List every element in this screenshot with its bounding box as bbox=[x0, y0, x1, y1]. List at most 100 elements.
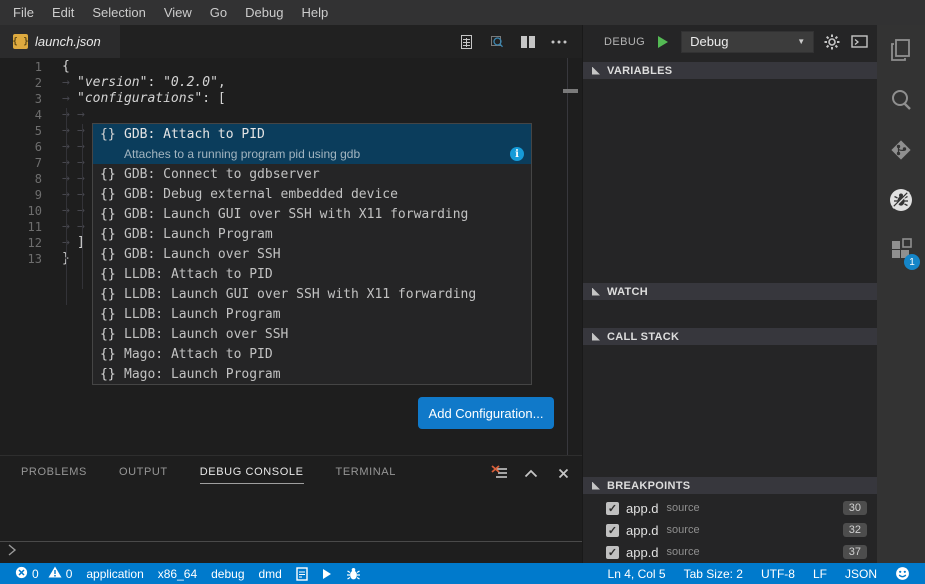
close-panel-icon[interactable] bbox=[554, 464, 572, 482]
tab-problems[interactable]: PROBLEMS bbox=[21, 466, 87, 484]
search-preview-icon[interactable] bbox=[488, 33, 506, 51]
suggestion-description: Attaches to a running program pid using … bbox=[124, 147, 360, 161]
tab-launch-json[interactable]: { } launch.json bbox=[0, 25, 120, 58]
tab-debug-console[interactable]: DEBUG CONSOLE bbox=[200, 466, 304, 484]
section-watch[interactable]: WATCH bbox=[583, 283, 878, 300]
suggest-item[interactable]: {}Mago: Launch Program bbox=[93, 364, 531, 384]
suggest-item[interactable]: {}GDB: Attach to PIDAttaches to a runnin… bbox=[93, 124, 531, 164]
line-number[interactable]: 13 bbox=[0, 251, 42, 267]
line-number[interactable]: 9 bbox=[0, 187, 42, 203]
project-status[interactable]: application bbox=[79, 563, 150, 584]
search-icon[interactable] bbox=[877, 75, 925, 125]
snippet-kind-icon: {} bbox=[100, 227, 124, 242]
debug-icon[interactable] bbox=[877, 175, 925, 225]
menu-help[interactable]: Help bbox=[292, 1, 337, 24]
menu-view[interactable]: View bbox=[155, 1, 201, 24]
line-number[interactable]: 2 bbox=[0, 75, 42, 91]
line-number[interactable]: 10 bbox=[0, 203, 42, 219]
configure-gear-icon[interactable] bbox=[823, 33, 841, 51]
code-line[interactable]: 2→"version": "0.2.0", bbox=[0, 75, 226, 91]
more-actions-icon[interactable] bbox=[550, 33, 568, 51]
scrollbar-slider[interactable] bbox=[563, 89, 578, 93]
suggest-item[interactable]: {}LLDB: Launch Program bbox=[93, 304, 531, 324]
section-call-stack[interactable]: CALL STACK bbox=[583, 328, 878, 345]
coverage-report-icon[interactable] bbox=[289, 563, 315, 584]
suggest-item[interactable]: {}LLDB: Launch GUI over SSH with X11 for… bbox=[93, 284, 531, 304]
status-bar: 0 0 application x86_64 debug dmd Ln 4, C… bbox=[0, 563, 925, 584]
menu-debug[interactable]: Debug bbox=[236, 1, 292, 24]
line-number[interactable]: 5 bbox=[0, 123, 42, 139]
feedback-smiley-icon[interactable] bbox=[888, 563, 917, 584]
section-variables[interactable]: VARIABLES bbox=[583, 62, 878, 79]
source-control-icon[interactable] bbox=[877, 125, 925, 175]
add-configuration-button[interactable]: Add Configuration... bbox=[418, 397, 554, 429]
activity-bar: 1 bbox=[877, 25, 925, 563]
tab-size-status[interactable]: Tab Size: 2 bbox=[677, 563, 750, 584]
line-number[interactable]: 11 bbox=[0, 219, 42, 235]
breakpoint-checkbox[interactable]: ✓ bbox=[606, 546, 619, 559]
suggestion-label: GDB: Connect to gdbserver bbox=[124, 167, 320, 182]
section-breakpoints[interactable]: BREAKPOINTS bbox=[583, 477, 878, 494]
language-status[interactable]: JSON bbox=[838, 563, 884, 584]
debug-bug-icon[interactable] bbox=[339, 563, 368, 584]
file-stats-icon[interactable] bbox=[457, 33, 475, 51]
suggest-item[interactable]: {}GDB: Launch GUI over SSH with X11 forw… bbox=[93, 204, 531, 224]
run-icon[interactable] bbox=[315, 563, 339, 584]
eol-status[interactable]: LF bbox=[806, 563, 834, 584]
menu-selection[interactable]: Selection bbox=[83, 1, 154, 24]
suggest-item[interactable]: {}GDB: Connect to gdbserver bbox=[93, 164, 531, 184]
suggest-item[interactable]: {}LLDB: Launch over SSH bbox=[93, 324, 531, 344]
extensions-icon[interactable]: 1 bbox=[877, 225, 925, 275]
arch-status[interactable]: x86_64 bbox=[151, 563, 204, 584]
tab-output[interactable]: OUTPUT bbox=[119, 466, 168, 484]
collapse-icon bbox=[592, 288, 600, 296]
debug-console-input[interactable] bbox=[0, 541, 582, 563]
line-number[interactable]: 8 bbox=[0, 171, 42, 187]
line-number[interactable]: 7 bbox=[0, 155, 42, 171]
line-number[interactable]: 3 bbox=[0, 91, 42, 107]
build-type-status[interactable]: debug bbox=[204, 563, 251, 584]
suggest-widget: {}GDB: Attach to PIDAttaches to a runnin… bbox=[92, 123, 532, 385]
compiler-status[interactable]: dmd bbox=[252, 563, 289, 584]
menu-edit[interactable]: Edit bbox=[43, 1, 83, 24]
tab-terminal[interactable]: TERMINAL bbox=[336, 466, 396, 484]
suggest-item[interactable]: {}GDB: Debug external embedded device bbox=[93, 184, 531, 204]
code-text: →→ bbox=[42, 187, 92, 203]
breakpoint-checkbox[interactable]: ✓ bbox=[606, 502, 619, 515]
start-debugging-icon[interactable] bbox=[654, 33, 672, 51]
json-file-icon: { } bbox=[13, 34, 28, 49]
code-line[interactable]: 1{ bbox=[0, 59, 226, 75]
suggest-item[interactable]: {}Mago: Attach to PID bbox=[93, 344, 531, 364]
encoding-status[interactable]: UTF-8 bbox=[754, 563, 802, 584]
open-console-icon[interactable] bbox=[850, 33, 868, 51]
collapse-icon bbox=[592, 67, 600, 75]
cursor-position-status[interactable]: Ln 4, Col 5 bbox=[601, 563, 673, 584]
line-number[interactable]: 4 bbox=[0, 107, 42, 123]
line-number[interactable]: 12 bbox=[0, 235, 42, 251]
clear-console-icon[interactable] bbox=[490, 464, 508, 482]
line-number[interactable]: 6 bbox=[0, 139, 42, 155]
maximize-panel-icon[interactable] bbox=[522, 464, 540, 482]
menu-file[interactable]: File bbox=[4, 1, 43, 24]
breakpoint-row[interactable]: ✓app.dsource32 bbox=[583, 519, 878, 541]
explorer-icon[interactable] bbox=[877, 25, 925, 75]
code-line[interactable]: 4→→ bbox=[0, 107, 226, 123]
menu-go[interactable]: Go bbox=[201, 1, 236, 24]
split-editor-icon[interactable] bbox=[519, 33, 537, 51]
info-icon[interactable]: i bbox=[510, 147, 524, 161]
suggestion-label: LLDB: Launch over SSH bbox=[124, 327, 288, 342]
suggest-item[interactable]: {}GDB: Launch over SSH bbox=[93, 244, 531, 264]
debug-configuration-dropdown[interactable]: Debug ▼ bbox=[681, 31, 814, 53]
breakpoint-file: app.d bbox=[626, 501, 659, 516]
breakpoint-checkbox[interactable]: ✓ bbox=[606, 524, 619, 537]
breakpoint-row[interactable]: ✓app.dsource37 bbox=[583, 541, 878, 563]
problems-status[interactable]: 0 0 bbox=[8, 563, 79, 584]
status-left: 0 0 application x86_64 debug dmd bbox=[0, 563, 368, 584]
code-text: →→ bbox=[42, 171, 92, 187]
breakpoint-row[interactable]: ✓app.dsource30 bbox=[583, 497, 878, 519]
suggest-item[interactable]: {}GDB: Launch Program bbox=[93, 224, 531, 244]
suggest-item[interactable]: {}LLDB: Attach to PID bbox=[93, 264, 531, 284]
panel-actions bbox=[490, 464, 572, 482]
code-line[interactable]: 3→"configurations": [ bbox=[0, 91, 226, 107]
line-number[interactable]: 1 bbox=[0, 59, 42, 75]
